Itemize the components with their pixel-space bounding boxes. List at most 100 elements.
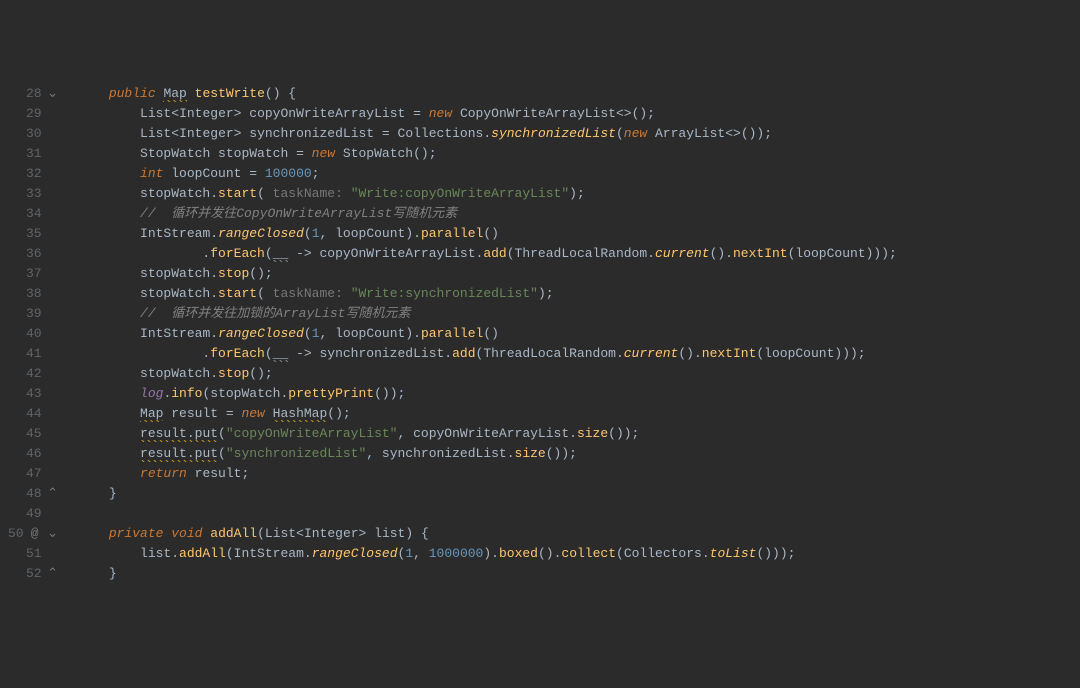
token-hint: taskName:	[265, 286, 351, 301]
code-line[interactable]: public Map testWrite() {	[78, 84, 897, 104]
token-punc	[78, 446, 140, 461]
code-line[interactable]: Map result = new HashMap();	[78, 404, 897, 424]
token-punc: ());	[608, 426, 639, 441]
collapse-start-icon[interactable]: ⌄	[46, 524, 60, 544]
line-number[interactable]: 31	[8, 144, 60, 164]
line-number[interactable]: 51	[8, 544, 60, 564]
line-number[interactable]: 36	[8, 244, 60, 264]
token-cls: IntStream	[140, 226, 210, 241]
override-icon[interactable]: @	[28, 524, 42, 544]
token-punc: );	[538, 286, 554, 301]
token-call: forEach	[210, 246, 265, 261]
line-number[interactable]: 29	[8, 104, 60, 124]
token-punc: ());	[374, 386, 405, 401]
gutter-spacer	[46, 164, 60, 184]
code-line[interactable]: private void addAll(List<Integer> list) …	[78, 524, 897, 544]
line-number[interactable]: 39	[8, 304, 60, 324]
code-line[interactable]: result.put("synchronizedList", synchroni…	[78, 444, 897, 464]
line-number[interactable]: 38	[8, 284, 60, 304]
line-number[interactable]: 33	[8, 184, 60, 204]
token-kw: public	[109, 86, 156, 101]
gutter-spacer	[46, 544, 60, 564]
token-call: nextInt	[702, 346, 757, 361]
token-ident: stopWatch.	[78, 366, 218, 381]
token-punc	[78, 106, 140, 121]
code-line[interactable]: int loopCount = 100000;	[78, 164, 897, 184]
code-line[interactable]: List<Integer> synchronizedList = Collect…	[78, 124, 897, 144]
token-scall: rangeClosed	[218, 326, 304, 341]
token-num: 1	[312, 226, 320, 241]
line-number[interactable]: 46	[8, 444, 60, 464]
code-area[interactable]: public Map testWrite() { List<Integer> c…	[74, 80, 897, 588]
line-number[interactable]: 50@⌄	[8, 524, 60, 544]
token-call: add	[483, 246, 506, 261]
code-line[interactable]: stopWatch.stop();	[78, 264, 897, 284]
code-line[interactable]: stopWatch.stop();	[78, 364, 897, 384]
line-number-gutter[interactable]: 28⌄29 30 31 32 33 34 35 36 37 38 39 40 4…	[0, 80, 74, 588]
gutter-spacer	[46, 204, 60, 224]
code-line[interactable]: StopWatch stopWatch = new StopWatch();	[78, 144, 897, 164]
line-number[interactable]: 40	[8, 324, 60, 344]
line-number[interactable]: 30	[8, 124, 60, 144]
line-number[interactable]: 42	[8, 364, 60, 384]
code-line[interactable]: IntStream.rangeClosed(1, loopCount).para…	[78, 324, 897, 344]
line-number[interactable]: 37	[8, 264, 60, 284]
token-punc: <>();	[616, 106, 655, 121]
code-line[interactable]	[78, 504, 897, 524]
code-editor[interactable]: 28⌄29 30 31 32 33 34 35 36 37 38 39 40 4…	[0, 80, 1080, 588]
token-punc: >	[234, 126, 250, 141]
code-line[interactable]: IntStream.rangeClosed(1, loopCount).para…	[78, 224, 897, 244]
line-number[interactable]: 41	[8, 344, 60, 364]
token-hint: taskName:	[265, 186, 351, 201]
token-punc: ().	[678, 346, 701, 361]
code-line[interactable]: .forEach(__ -> synchronizedList.add(Thre…	[78, 344, 897, 364]
token-warn: Map	[163, 86, 186, 102]
line-number[interactable]: 34	[8, 204, 60, 224]
token-call: start	[218, 286, 257, 301]
code-line[interactable]: stopWatch.start( taskName: "Write:synchr…	[78, 284, 897, 304]
line-number[interactable]: 48⌃	[8, 484, 60, 504]
token-kw: void	[171, 526, 202, 541]
code-line[interactable]: stopWatch.start( taskName: "Write:copyOn…	[78, 184, 897, 204]
token-cls: CopyOnWriteArrayList	[460, 106, 616, 121]
token-ident: (stopWatch.	[202, 386, 288, 401]
code-line[interactable]: }	[78, 484, 897, 504]
code-line[interactable]: }	[78, 564, 897, 584]
line-number[interactable]: 47	[8, 464, 60, 484]
token-ident: copyOnWriteArrayList =	[249, 106, 428, 121]
token-punc: ());	[546, 446, 577, 461]
token-punc: .	[210, 226, 218, 241]
token-ident: , synchronizedList.	[366, 446, 514, 461]
code-line[interactable]: // 循环并发往加锁的ArrayList写随机元素	[78, 304, 897, 324]
token-cls: ThreadLocalRandom	[515, 246, 648, 261]
token-punc: ();	[327, 406, 350, 421]
token-punc	[452, 106, 460, 121]
code-line[interactable]: .forEach(__ -> copyOnWriteArrayList.add(…	[78, 244, 897, 264]
gutter-spacer	[46, 364, 60, 384]
code-line[interactable]: return result;	[78, 464, 897, 484]
line-number[interactable]: 49	[8, 504, 60, 524]
line-number[interactable]: 52⌃	[8, 564, 60, 584]
line-number[interactable]: 28⌄	[8, 84, 60, 104]
line-number[interactable]: 35	[8, 224, 60, 244]
code-line[interactable]: list.addAll(IntStream.rangeClosed(1, 100…	[78, 544, 897, 564]
token-cls: Collectors	[624, 546, 702, 561]
gutter-spacer	[46, 504, 60, 524]
line-number[interactable]: 32	[8, 164, 60, 184]
code-line[interactable]: log.info(stopWatch.prettyPrint());	[78, 384, 897, 404]
line-number[interactable]: 44	[8, 404, 60, 424]
collapse-end-icon[interactable]: ⌃	[46, 564, 60, 584]
token-call: stop	[218, 366, 249, 381]
token-ident: stopWatch.	[78, 266, 218, 281]
gutter-spacer	[46, 104, 60, 124]
line-number[interactable]: 45	[8, 424, 60, 444]
token-punc: .	[210, 326, 218, 341]
token-punc: .	[647, 246, 655, 261]
collapse-end-icon[interactable]: ⌃	[46, 484, 60, 504]
code-line[interactable]: result.put("copyOnWriteArrayList", copyO…	[78, 424, 897, 444]
collapse-start-icon[interactable]: ⌄	[46, 84, 60, 104]
token-punc: , loopCount).	[320, 326, 421, 341]
code-line[interactable]: List<Integer> copyOnWriteArrayList = new…	[78, 104, 897, 124]
code-line[interactable]: // 循环并发往CopyOnWriteArrayList写随机元素	[78, 204, 897, 224]
line-number[interactable]: 43	[8, 384, 60, 404]
